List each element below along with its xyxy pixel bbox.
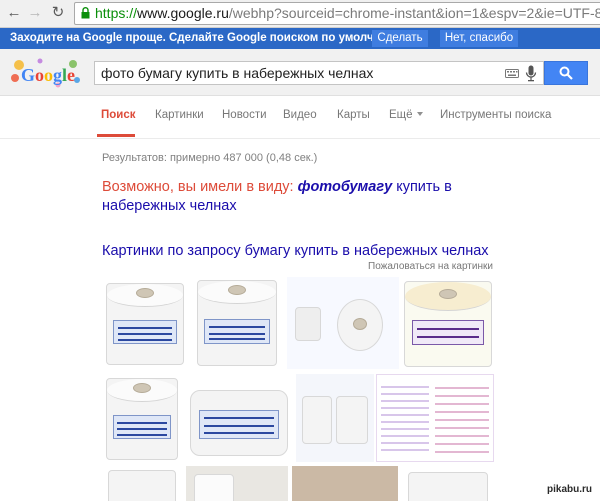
search-box[interactable]	[94, 61, 544, 85]
toilet-roll-image	[194, 474, 234, 501]
image-thumbnail[interactable]	[402, 277, 494, 369]
svg-text:Google: Google	[21, 65, 75, 85]
back-arrow-icon[interactable]: ←	[5, 4, 23, 22]
image-thumbnail[interactable]	[296, 374, 374, 462]
make-default-button[interactable]: Сделать	[372, 30, 428, 47]
spell-correction-link[interactable]: фотобумагу	[298, 179, 393, 195]
image-thumbnail[interactable]	[191, 277, 283, 369]
toilet-roll-image	[190, 390, 288, 456]
toilet-roll-image	[295, 307, 321, 341]
tab-video[interactable]: Видео	[283, 109, 317, 121]
toilet-roll-image	[408, 472, 488, 501]
google-doodle-logo[interactable]: Google	[10, 56, 82, 90]
toilet-roll-image	[337, 299, 383, 351]
tab-search-tools[interactable]: Инструменты поиска	[440, 109, 551, 121]
browser-toolbar: ← → ↻ https://www.google.ru/webhp?source…	[0, 0, 600, 28]
tab-more-label: Ещё	[389, 109, 413, 121]
search-button[interactable]	[544, 61, 588, 85]
tab-more[interactable]: Ещё	[389, 109, 423, 121]
active-tab-indicator	[97, 134, 135, 137]
image-thumbnail[interactable]	[402, 466, 494, 501]
magnifier-icon	[559, 66, 573, 80]
label-print-image	[435, 381, 489, 455]
image-thumbnail[interactable]	[186, 466, 288, 501]
chevron-down-icon	[416, 112, 423, 116]
tab-images[interactable]: Картинки	[155, 109, 204, 121]
microphone-icon[interactable]	[525, 65, 537, 82]
search-tabs: Поиск Картинки Новости Видео Карты Ещё И…	[0, 96, 600, 139]
toilet-roll-image	[197, 280, 277, 366]
image-thumbnail[interactable]	[102, 277, 188, 369]
reload-icon[interactable]: ↻	[49, 4, 67, 22]
tab-search[interactable]: Поиск	[101, 109, 136, 121]
address-bar[interactable]: https://www.google.ru/webhp?sourceid=chr…	[74, 2, 600, 25]
tab-maps[interactable]: Карты	[337, 109, 370, 121]
toilet-roll-image	[106, 378, 178, 460]
forward-arrow-icon[interactable]: →	[26, 4, 44, 22]
url-text: https://www.google.ru/webhp?sourceid=chr…	[95, 5, 600, 21]
image-thumbnail[interactable]	[102, 374, 182, 462]
label-print-image	[381, 381, 429, 455]
no-thanks-button[interactable]: Нет, спасибо	[440, 30, 518, 47]
toilet-roll-image	[108, 470, 176, 501]
default-search-promo: Заходите на Google проще. Сделайте Googl…	[0, 28, 600, 49]
search-input[interactable]	[101, 64, 496, 82]
image-thumbnail[interactable]	[287, 277, 399, 369]
toilet-roll-image	[302, 396, 332, 444]
image-thumbnail[interactable]	[292, 466, 398, 501]
image-thumbnail[interactable]	[376, 374, 494, 462]
spell-lead: Возможно, вы имели в виду:	[102, 179, 294, 195]
pikabu-watermark: pikabu.ru	[547, 484, 593, 495]
image-thumbnail[interactable]	[102, 466, 182, 501]
tab-news[interactable]: Новости	[222, 109, 267, 121]
toilet-roll-image	[106, 283, 184, 365]
toilet-roll-image	[336, 396, 368, 444]
spelling-suggestion: Возможно, вы имели в виду: фотобумагу ку…	[102, 178, 522, 216]
keyboard-icon[interactable]	[505, 69, 519, 78]
result-stats: Результатов: примерно 487 000 (0,48 сек.…	[102, 152, 318, 164]
lock-icon	[81, 7, 90, 19]
search-header: Google	[0, 49, 600, 96]
promo-text: Заходите на Google проще. Сделайте Googl…	[10, 32, 408, 44]
image-thumbnail[interactable]	[186, 374, 292, 462]
report-images-link[interactable]: Пожаловаться на картинки	[368, 261, 493, 272]
images-section-title[interactable]: Картинки по запросу бумагу купить в набе…	[102, 243, 489, 259]
toilet-roll-image	[404, 281, 492, 367]
